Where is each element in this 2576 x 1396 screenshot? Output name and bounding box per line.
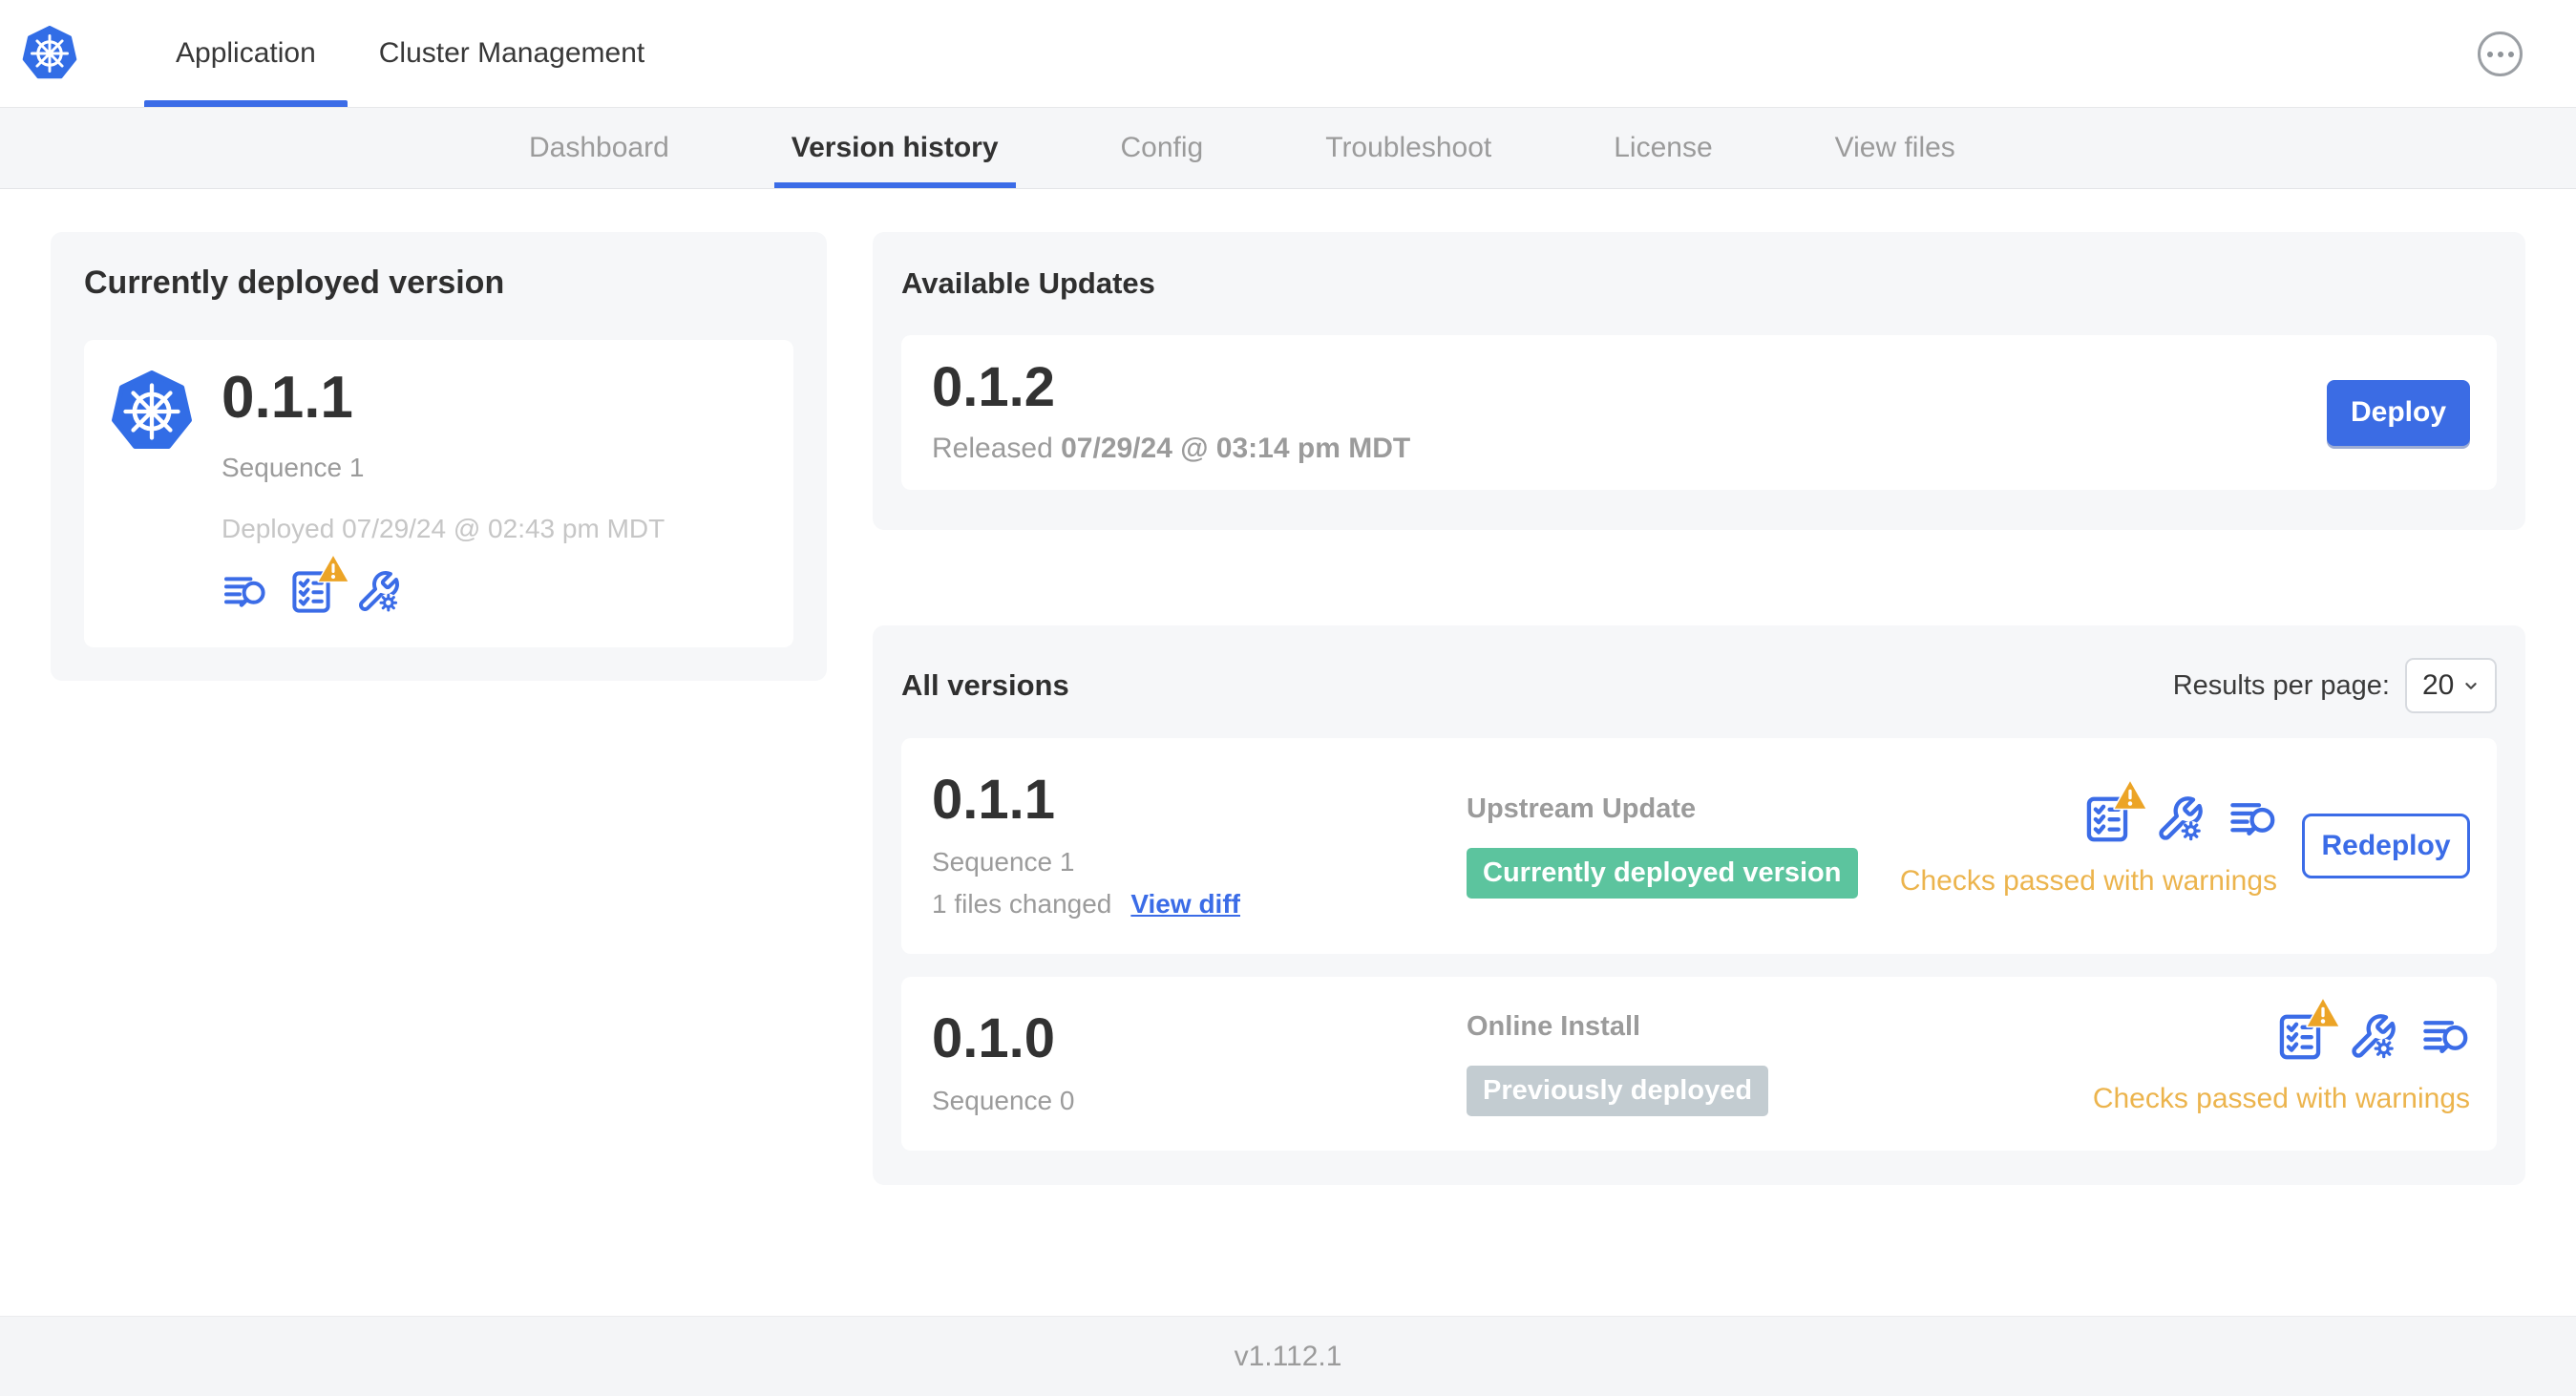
- deploy-button[interactable]: Deploy: [2327, 379, 2470, 446]
- app-switcher-tabs: Application Cluster Management: [144, 0, 676, 107]
- update-version-number: 0.1.2: [932, 356, 1055, 418]
- app-footer: v1.112.1: [0, 1316, 2576, 1396]
- currently-deployed-card: Currently deployed version 0.1.1 Sequenc…: [51, 232, 827, 681]
- app-header: Application Cluster Management: [0, 0, 2576, 108]
- current-version-actions: [222, 554, 665, 615]
- app-icon-kubernetes: [111, 370, 193, 453]
- version-row-0-1-1: 0.1.1 Sequence 1 1 files changed View di…: [901, 738, 2497, 954]
- row-version-sequence: Sequence 1: [932, 847, 1075, 877]
- tab-application-label: Application: [176, 37, 316, 69]
- tab-cluster-management-label: Cluster Management: [378, 37, 645, 69]
- preflight-checks-icon[interactable]: [2082, 779, 2147, 844]
- row-version-number: 0.1.0: [932, 1007, 1055, 1069]
- previously-deployed-badge: Previously deployed: [1467, 1066, 1769, 1116]
- kots-admin-page: Application Cluster Management Dashboard…: [0, 0, 2576, 1396]
- tab-troubleshoot-label: Troubleshoot: [1325, 132, 1492, 163]
- results-per-page-select[interactable]: 20: [2405, 658, 2497, 713]
- results-per-page: Results per page: 20: [2173, 658, 2497, 713]
- config-wrench-icon[interactable]: [2348, 1012, 2397, 1062]
- tab-license[interactable]: License: [1596, 108, 1729, 188]
- view-diff-logs-icon[interactable]: [222, 569, 267, 615]
- version-actions: [2275, 997, 2470, 1062]
- row-version-sequence: Sequence 0: [932, 1086, 1075, 1115]
- tab-view-files-label: View files: [1834, 132, 1955, 163]
- warning-triangle-icon: [317, 554, 349, 583]
- view-diff-logs-icon[interactable]: [2228, 794, 2277, 844]
- version-row-0-1-0: 0.1.0 Sequence 0 Online Install Previous…: [901, 977, 2497, 1151]
- current-version-deployed-timestamp: Deployed 07/29/24 @ 02:43 pm MDT: [222, 514, 665, 543]
- view-diff-logs-icon[interactable]: [2420, 1012, 2470, 1062]
- files-changed-label: 1 files changed: [932, 889, 1112, 919]
- available-updates-title: Available Updates: [901, 266, 1155, 300]
- app-subnav: Dashboard Version history Config Trouble…: [0, 108, 2576, 189]
- current-version-number: 0.1.1: [222, 365, 353, 431]
- kubernetes-logo: [22, 25, 77, 81]
- right-column: Available Updates 0.1.2 Released 07/29/2…: [873, 232, 2525, 1185]
- version-source-label: Upstream Update: [1467, 793, 1697, 825]
- warning-triangle-icon: [2113, 779, 2147, 811]
- warning-triangle-icon: [2306, 997, 2340, 1028]
- tab-config[interactable]: Config: [1104, 108, 1221, 188]
- config-wrench-icon[interactable]: [2155, 794, 2205, 844]
- update-released-timestamp: Released 07/29/24 @ 03:14 pm MDT: [932, 433, 1411, 464]
- available-updates-card: Available Updates 0.1.2 Released 07/29/2…: [873, 232, 2525, 530]
- currently-deployed-badge: Currently deployed version: [1467, 848, 1858, 899]
- available-update-row: 0.1.2 Released 07/29/24 @ 03:14 pm MDT D…: [901, 335, 2497, 490]
- console-version: v1.112.1: [1234, 1340, 1342, 1372]
- chevron-down-icon: [2465, 683, 2477, 689]
- current-version-sequence: Sequence 1: [222, 453, 365, 482]
- version-actions: [2082, 779, 2277, 844]
- all-versions-title: All versions: [901, 668, 1069, 702]
- tab-view-files[interactable]: View files: [1818, 108, 1973, 188]
- tab-version-history-label: Version history: [791, 132, 999, 163]
- version-source-label: Online Install: [1467, 1011, 1641, 1043]
- tab-license-label: License: [1614, 132, 1713, 163]
- tab-dashboard[interactable]: Dashboard: [512, 108, 686, 188]
- tab-application[interactable]: Application: [144, 0, 348, 107]
- preflight-status-text: Checks passed with warnings: [2092, 1083, 2470, 1114]
- redeploy-button[interactable]: Redeploy: [2302, 814, 2470, 878]
- all-versions-card: All versions Results per page: 20 0.1.1 …: [873, 625, 2525, 1185]
- preflight-status-text: Checks passed with warnings: [1899, 865, 2277, 897]
- currently-deployed-version-card: 0.1.1 Sequence 1 Deployed 07/29/24 @ 02:…: [84, 340, 793, 647]
- results-per-page-label: Results per page:: [2172, 669, 2390, 701]
- ellipsis-icon: [2486, 51, 2493, 57]
- more-options-button[interactable]: [2478, 32, 2523, 76]
- tab-config-label: Config: [1120, 132, 1204, 163]
- main-content: Currently deployed version 0.1.1 Sequenc…: [0, 189, 2576, 1316]
- config-wrench-icon[interactable]: [355, 569, 401, 615]
- preflight-checks-icon[interactable]: [288, 554, 349, 615]
- preflight-checks-icon[interactable]: [2275, 997, 2340, 1062]
- tab-dashboard-label: Dashboard: [529, 132, 669, 163]
- view-diff-link[interactable]: View diff: [1130, 889, 1240, 920]
- row-version-number: 0.1.1: [932, 769, 1055, 831]
- currently-deployed-title: Currently deployed version: [84, 264, 505, 301]
- tab-cluster-management[interactable]: Cluster Management: [348, 0, 676, 107]
- tab-troubleshoot[interactable]: Troubleshoot: [1308, 108, 1509, 188]
- tab-version-history[interactable]: Version history: [773, 108, 1016, 188]
